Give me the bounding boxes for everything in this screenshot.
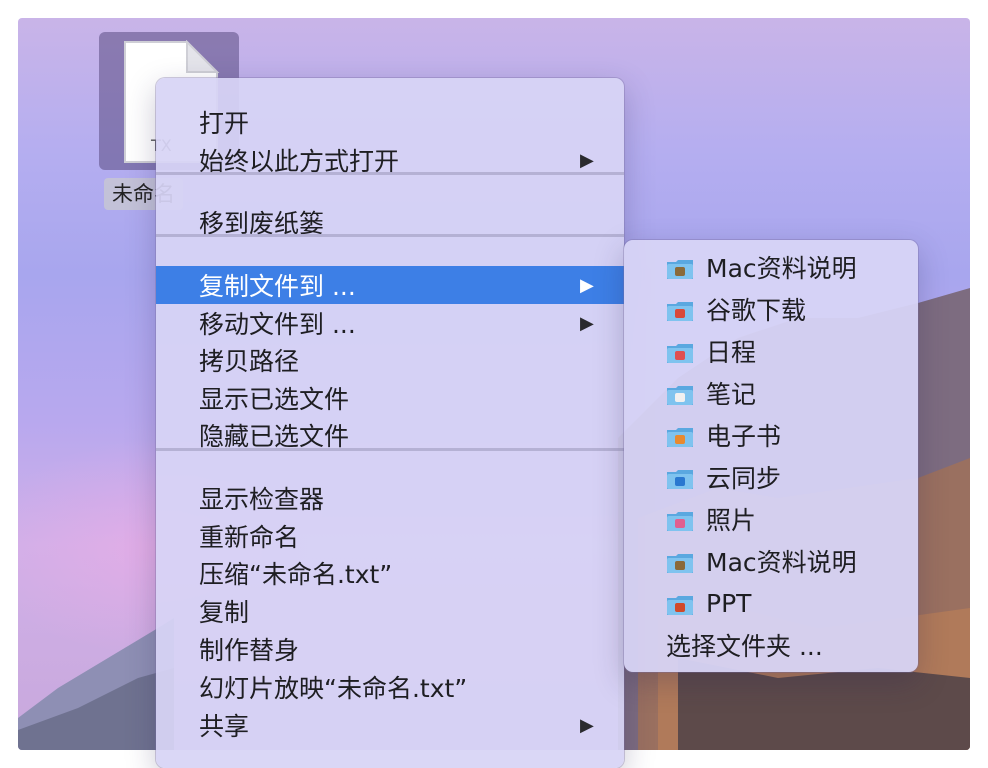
menu-item-label: 显示已选文件 xyxy=(199,385,350,414)
choose-folder-label: 选择文件夹 ... xyxy=(666,632,823,661)
submenu-item-label: 日程 xyxy=(706,338,757,367)
menu-item-label: 压缩“未命名.txt” xyxy=(199,560,393,589)
folder-image-icon xyxy=(667,260,693,279)
menu-item-label: 复制 xyxy=(199,598,250,627)
menu-item-label: 显示检查器 xyxy=(199,485,325,514)
copy-to-submenu: Mac资料说明 谷歌下载日程笔记电子书云同步照片 Mac资料说明 PPT 选择文件夹 .… xyxy=(624,240,918,672)
submenu-item-0[interactable]: Mac资料说明 xyxy=(624,246,918,288)
submenu-item-label: 谷歌下载 xyxy=(706,296,807,325)
folder-calendar-icon xyxy=(667,344,693,363)
menu-item-label: 打开 xyxy=(199,109,250,138)
submenu-item-6[interactable]: 照片 xyxy=(624,498,918,540)
menu-item-14[interactable]: 共享 ▶ xyxy=(156,706,624,744)
submenu-item-3[interactable]: 笔记 xyxy=(624,372,918,414)
menu-item-4[interactable]: 移动文件到 ... ▶ xyxy=(156,304,624,342)
folder-photos-icon xyxy=(667,512,693,531)
folder-cloud-icon xyxy=(667,470,693,489)
submenu-item-7[interactable]: Mac资料说明 xyxy=(624,540,918,582)
folder-books-icon xyxy=(667,428,693,447)
menu-item-6[interactable]: 显示已选文件 xyxy=(156,379,624,417)
menu-item-9[interactable]: 重新命名 xyxy=(156,517,624,555)
folder-image-icon xyxy=(667,554,693,573)
submenu-item-label: 云同步 xyxy=(706,464,782,493)
submenu-item-label: 电子书 xyxy=(706,422,782,451)
menu-item-12[interactable]: 制作替身 xyxy=(156,630,624,668)
submenu-item-label: 笔记 xyxy=(706,380,757,409)
menu-item-label: 复制文件到 ... xyxy=(199,272,356,301)
folder-notes-icon xyxy=(667,386,693,405)
submenu-item-label: PPT xyxy=(706,588,752,618)
menu-item-3[interactable]: 复制文件到 ... ▶ xyxy=(156,266,624,304)
submenu-arrow-icon: ▶ xyxy=(580,312,594,334)
submenu-arrow-icon: ▶ xyxy=(580,714,594,736)
submenu-item-8[interactable]: PPT xyxy=(624,582,918,624)
submenu-arrow-icon: ▶ xyxy=(580,149,594,171)
menu-item-label: 重新命名 xyxy=(199,523,300,552)
submenu-item-4[interactable]: 电子书 xyxy=(624,414,918,456)
menu-item-5[interactable]: 拷贝路径 xyxy=(156,341,624,379)
submenu-item-1[interactable]: 谷歌下载 xyxy=(624,288,918,330)
menu-item-label: 共享 xyxy=(199,712,250,741)
choose-folder-item[interactable]: 选择文件夹 ... xyxy=(624,624,918,666)
menu-separator xyxy=(156,172,624,175)
menu-separator xyxy=(156,448,624,451)
menu-item-11[interactable]: 复制 xyxy=(156,592,624,630)
context-menu: 打开 始终以此方式打开 ▶ 移到废纸篓 复制文件到 ... ▶ 移动文件到 ... ▶ 拷贝路径… xyxy=(156,78,624,768)
menu-item-10[interactable]: 压缩“未命名.txt” xyxy=(156,554,624,592)
menu-item-label: 移动文件到 ... xyxy=(199,310,356,339)
menu-separator xyxy=(156,234,624,237)
menu-item-label: 制作替身 xyxy=(199,636,300,665)
submenu-item-5[interactable]: 云同步 xyxy=(624,456,918,498)
folder-chrome-icon xyxy=(667,302,693,321)
menu-item-label: 幻灯片放映“未命名.txt” xyxy=(199,674,468,703)
submenu-item-label: 照片 xyxy=(706,506,757,535)
menu-item-0[interactable]: 打开 xyxy=(156,103,624,141)
menu-item-label: 拷贝路径 xyxy=(199,347,300,376)
submenu-item-label: Mac资料说明 xyxy=(706,548,857,577)
menu-item-13[interactable]: 幻灯片放映“未命名.txt” xyxy=(156,668,624,706)
folder-powerpoint-icon xyxy=(667,596,693,615)
submenu-item-2[interactable]: 日程 xyxy=(624,330,918,372)
menu-item-8[interactable]: 显示检查器 xyxy=(156,479,624,517)
submenu-arrow-icon: ▶ xyxy=(580,274,594,296)
submenu-item-label: Mac资料说明 xyxy=(706,254,857,283)
